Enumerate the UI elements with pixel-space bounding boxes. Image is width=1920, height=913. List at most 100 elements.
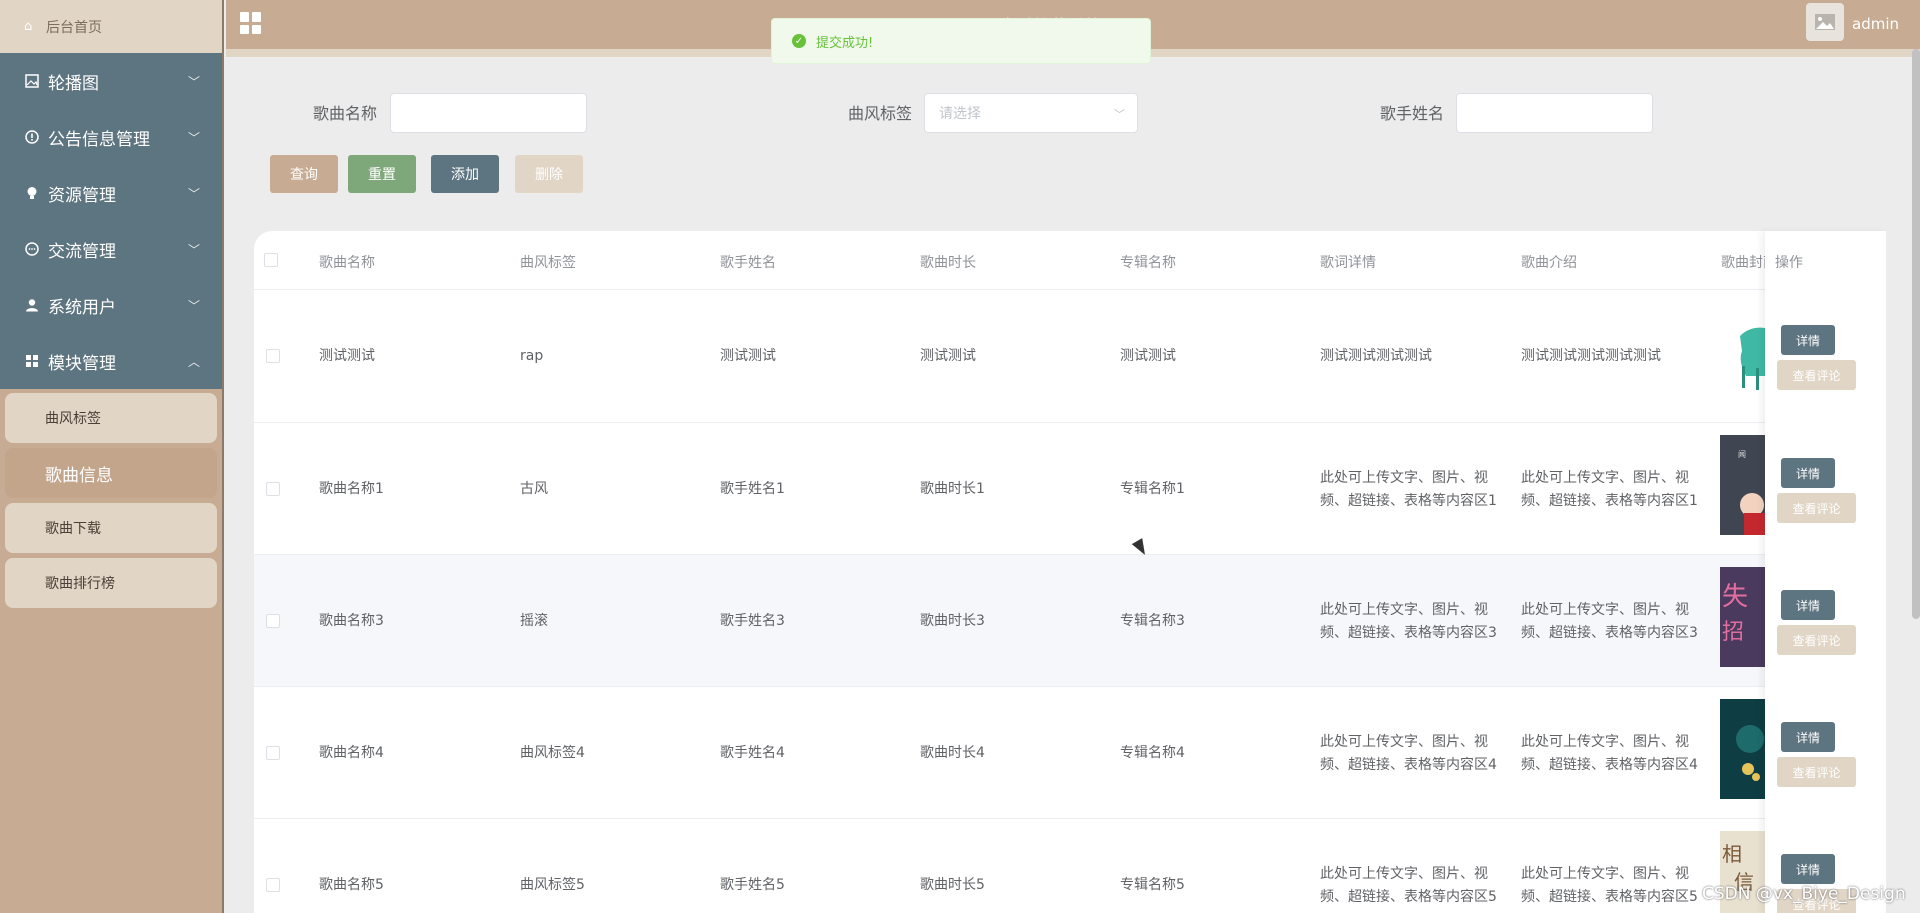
cell-singer: 歌手姓名1 [720,481,785,497]
cell-intro-line: 此处可上传文字、图片、视 [1521,470,1689,486]
col-album: 专辑名称 [1120,255,1176,271]
row-checkbox[interactable] [266,482,280,496]
detail-button[interactable]: 详情 [1781,854,1835,884]
select-all-checkbox[interactable] [264,253,278,267]
view-comment-button[interactable]: 查看评论 [1777,493,1856,523]
sidebar-item-modules[interactable]: 模块管理 ︿ [0,333,222,389]
col-singer: 歌手姓名 [720,255,776,271]
chevron-down-icon: ﹀ [187,299,200,313]
page-scrollbar[interactable] [1912,49,1920,619]
reset-button[interactable]: 重置 [348,155,416,193]
cell-lyrics-line: 频、超链接、表格等内容区5 [1320,889,1497,905]
row-checkbox[interactable] [266,746,280,760]
cell-intro-line: 此处可上传文字、图片、视 [1521,602,1689,618]
sidebar-subitem-song-info[interactable]: 歌曲信息 [5,448,217,498]
sidebar-item-resource[interactable]: 资源管理 ﹀ [0,165,222,221]
query-button[interactable]: 查询 [270,155,338,193]
cell-album: 专辑名称5 [1120,877,1185,893]
cell-duration: 歌曲时长5 [920,877,985,893]
cell-album: 专辑名称4 [1120,745,1185,761]
table-header: 歌曲名称 曲风标签 歌手姓名 歌曲时长 专辑名称 歌词详情 歌曲介绍 歌曲封面 [254,231,1886,290]
cell-album: 专辑名称1 [1120,481,1185,497]
sidebar-item-communication[interactable]: 交流管理 ﹀ [0,221,222,277]
cell-lyrics: 此处可上传文字、图片、视 频、超链接、表格等内容区1 [1320,467,1497,513]
delete-button[interactable]: 删除 [515,155,583,193]
sidebar-item-notice[interactable]: 公告信息管理 ﹀ [0,109,222,165]
cell-album: 测试测试 [1120,348,1176,364]
avatar[interactable] [1806,3,1844,41]
picture-icon [1815,14,1835,30]
cell-lyrics-line: 频、超链接、表格等内容区1 [1320,493,1497,509]
cell-singer: 歌手姓名5 [720,877,785,893]
sidebar-item-users[interactable]: 系统用户 ﹀ [0,277,222,333]
chevron-down-icon: ﹀ [187,75,200,89]
chevron-down-icon: ﹀ [187,131,200,145]
table-row: 测试测试 rap 测试测试 测试测试 测试测试 测试测试测试测试 测试测试测试测… [254,290,1886,423]
cell-intro-line: 此处可上传文字、图片、视 [1521,734,1689,750]
cell-lyrics: 测试测试测试测试 [1320,348,1432,364]
cell-singer: 测试测试 [720,348,776,364]
sidebar-submenu: 曲风标签 歌曲信息 歌曲下载 歌曲排行榜 [0,389,222,615]
col-operations: 操作 [1775,255,1803,271]
cell-intro-line: 频、超链接、表格等内容区5 [1521,889,1698,905]
cell-song-name: 测试测试 [319,348,375,364]
cell-intro: 此处可上传文字、图片、视 频、超链接、表格等内容区1 [1521,467,1698,513]
cell-duration: 歌曲时长3 [920,613,985,629]
chevron-down-icon: ﹀ [187,243,200,257]
song-cover-image: 闻 [1720,435,1765,535]
sidebar-subitem-ranking[interactable]: 歌曲排行榜 [5,558,217,608]
row-checkbox[interactable] [266,349,280,363]
sidebar-subitem-download[interactable]: 歌曲下载 [5,503,217,553]
cell-genre: 摇滚 [520,613,548,629]
col-intro: 歌曲介绍 [1521,255,1577,271]
cell-intro-line: 频、超链接、表格等内容区4 [1521,757,1698,773]
check-icon: ✓ [792,34,806,48]
svg-text:招: 招 [1722,620,1744,645]
add-button[interactable]: 添加 [431,155,499,193]
table-row: 歌曲名称5 曲风标签5 歌手姓名5 歌曲时长5 专辑名称5 此处可上传文字、图片… [254,819,1886,913]
view-comment-button[interactable]: 查看评论 [1777,625,1856,655]
cell-intro-line: 频、超链接、表格等内容区1 [1521,493,1698,509]
cell-duration: 测试测试 [920,348,976,364]
view-comment-button[interactable]: 查看评论 [1777,360,1856,390]
detail-button[interactable]: 详情 [1781,722,1835,752]
cell-lyrics-line: 频、超链接、表格等内容区4 [1320,757,1497,773]
sidebar-home-label: 后台首页 [46,19,102,36]
menu-toggle-icon[interactable] [240,12,262,34]
sidebar-item-carousel[interactable]: 轮播图 ﹀ [0,53,222,109]
song-table: 歌曲名称 曲风标签 歌手姓名 歌曲时长 专辑名称 歌词详情 歌曲介绍 歌曲封面 … [254,231,1886,913]
cell-lyrics-line: 此处可上传文字、图片、视 [1320,470,1488,486]
chevron-down-icon: ﹀ [1114,108,1125,121]
svg-text:闻: 闻 [1738,450,1746,459]
user-name[interactable]: admin [1852,15,1899,33]
row-checkbox[interactable] [266,614,280,628]
view-comment-button[interactable]: 查看评论 [1777,757,1856,787]
watermark: CSDN @vx_Biye_Design [1702,884,1906,904]
genre-placeholder: 请选择 [939,106,981,122]
sidebar-menu: 轮播图 ﹀ 公告信息管理 ﹀ 资源管理 ﹀ 交流管理 ﹀ 系统用户 ﹀ 模块管理… [0,53,222,389]
genre-select[interactable]: 请选择 ﹀ [924,93,1138,133]
grid-icon [24,353,40,369]
detail-button[interactable]: 详情 [1781,458,1835,488]
sidebar-item-label: 公告信息管理 [48,129,150,150]
detail-button[interactable]: 详情 [1781,590,1835,620]
cell-intro: 此处可上传文字、图片、视 频、超链接、表格等内容区4 [1521,731,1698,777]
sidebar-home[interactable]: ⌂ 后台首页 [0,0,222,53]
singer-input[interactable] [1456,93,1653,133]
cell-singer: 歌手姓名4 [720,745,785,761]
sidebar-item-label: 轮播图 [48,73,99,94]
cell-genre: 古风 [520,481,548,497]
info-icon [24,129,40,145]
chevron-up-icon: ︿ [187,355,200,369]
cell-genre: rap [520,348,544,364]
row-checkbox[interactable] [266,878,280,892]
sidebar-item-label: 模块管理 [48,353,116,374]
cell-duration: 歌曲时长4 [920,745,985,761]
genre-label: 曲风标签 [848,104,913,123]
cell-genre: 曲风标签4 [520,745,585,761]
sidebar-subitem-genre[interactable]: 曲风标签 [5,393,217,443]
table-row: 歌曲名称3 摇滚 歌手姓名3 歌曲时长3 专辑名称3 此处可上传文字、图片、视 … [254,555,1886,687]
success-toast: ✓ 提交成功! [771,18,1151,64]
song-name-input[interactable] [390,93,587,133]
detail-button[interactable]: 详情 [1781,325,1835,355]
